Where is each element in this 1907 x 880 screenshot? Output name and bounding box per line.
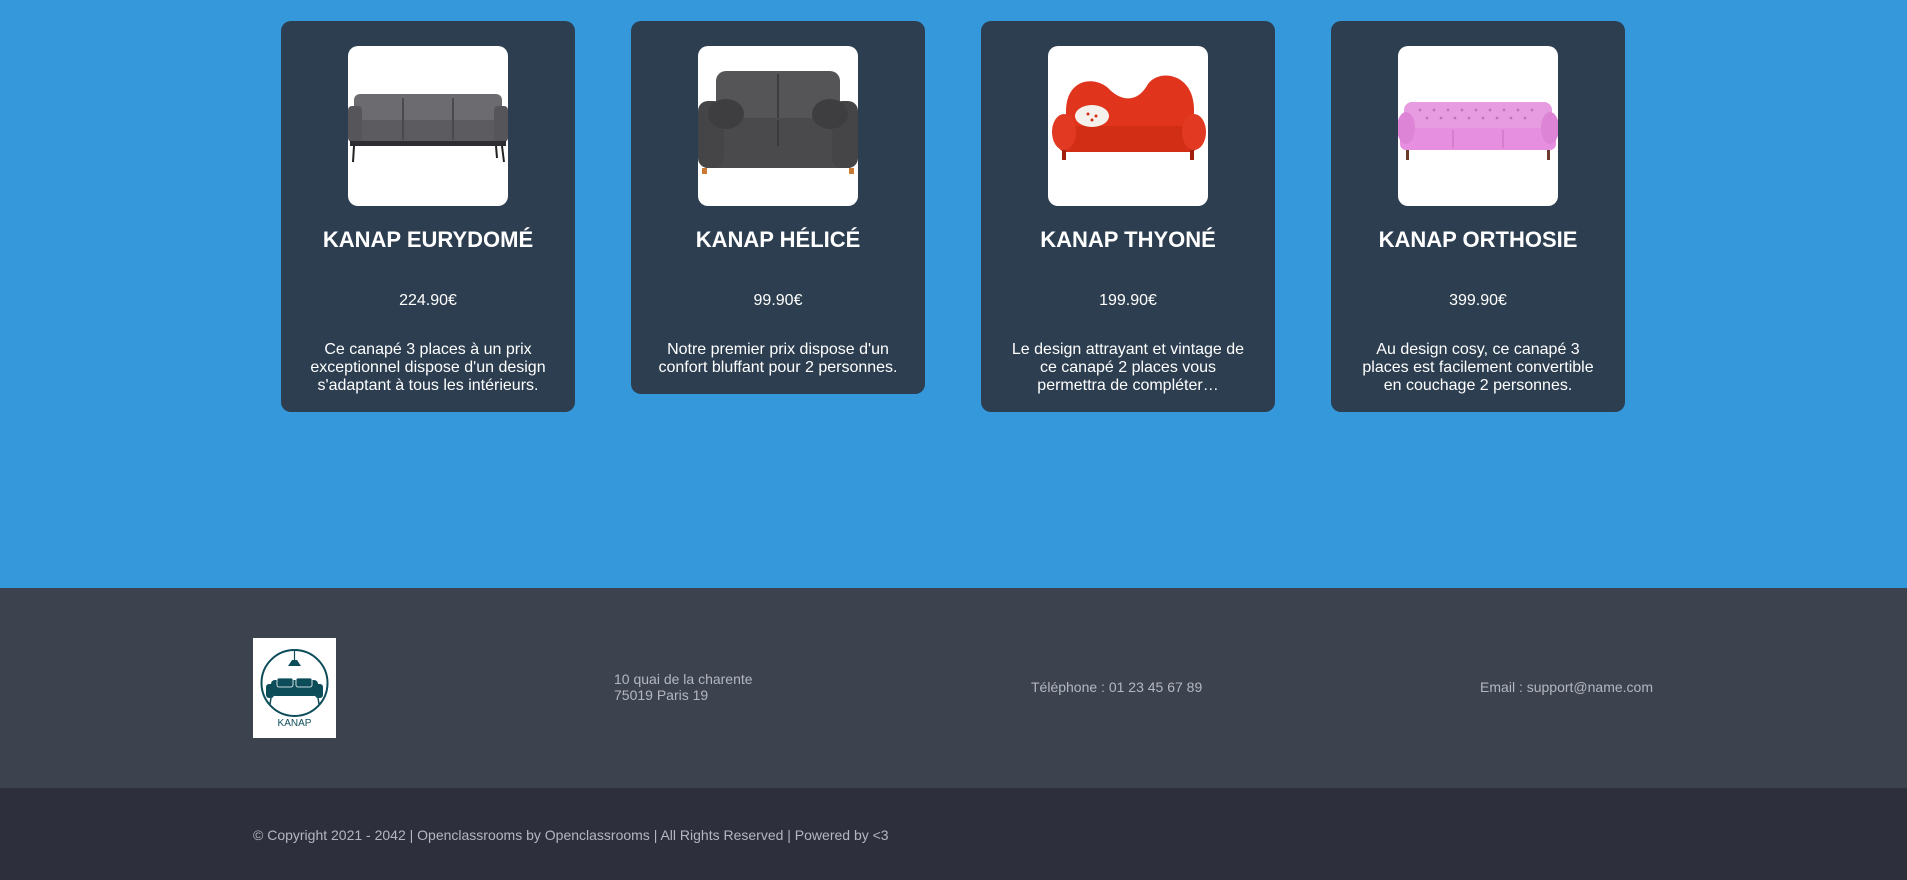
product-name: KANAP EURYDOMÉ xyxy=(322,227,534,252)
sofa-seat xyxy=(1400,128,1556,150)
sofa-arm-right xyxy=(1182,114,1206,150)
product-price: 199.90€ xyxy=(1099,292,1157,309)
footer-logo[interactable]: KANAP xyxy=(253,638,336,738)
footer-contact-bar: KANAP 10 quai de la charente 75019 Paris… xyxy=(0,588,1907,788)
sofa-arm-left xyxy=(348,106,362,142)
footer-email: Email : support@name.com xyxy=(1480,679,1653,695)
product-description: Notre premier prix dispose d'un confort … xyxy=(658,341,898,376)
sofa-image-2-seater xyxy=(698,71,858,174)
logo-wordmark: KANAP xyxy=(278,718,312,729)
product-description: Ce canapé 3 places à un prix exceptionne… xyxy=(310,341,546,394)
product-description: Au design cosy, ce canapé 3 places est f… xyxy=(1362,341,1594,394)
product-image xyxy=(1398,46,1558,206)
sofa-image-3-seater xyxy=(348,94,508,163)
sofa-image-loveseat xyxy=(1052,75,1206,160)
sofa-backrest xyxy=(354,94,502,124)
sofa-seat xyxy=(1058,126,1198,152)
product-price: 99.90€ xyxy=(753,292,803,309)
product-name: KANAP HÉLICÉ xyxy=(695,227,861,252)
product-price: 399.90€ xyxy=(1449,292,1507,309)
footer-address: 10 quai de la charente 75019 Paris 19 xyxy=(614,671,753,703)
footer-phone: Téléphone : 01 23 45 67 89 xyxy=(1031,679,1203,695)
footer-copyright-bar: © Copyright 2021 - 2042 | Openclassrooms… xyxy=(0,788,1907,880)
cushion-left xyxy=(708,99,744,129)
product-image xyxy=(348,46,508,206)
sofa-arm-left xyxy=(1052,114,1076,150)
address-line: 10 quai de la charente xyxy=(614,671,753,687)
cushion xyxy=(1075,105,1109,127)
product-card[interactable]: KANAP HÉLICÉ 99.90€ Notre premier prix d… xyxy=(631,21,925,394)
product-description: Le design attrayant et vintage de ce can… xyxy=(1011,341,1245,394)
cushion-right xyxy=(812,99,848,129)
address-line: 75019 Paris 19 xyxy=(614,687,709,703)
product-image xyxy=(698,46,858,206)
product-name: KANAP ORTHOSIE xyxy=(1378,227,1578,252)
sofa-seat xyxy=(350,120,506,142)
kanap-logo-icon: KANAP xyxy=(260,649,329,729)
product-name: KANAP THYONÉ xyxy=(1040,227,1216,252)
product-card[interactable]: KANAP ORTHOSIE 399.90€ Au design cosy, c… xyxy=(1331,21,1625,412)
product-card[interactable]: KANAP THYONÉ 199.90€ Le design attrayant… xyxy=(981,21,1275,412)
sofa-image-chesterfield xyxy=(1398,102,1558,160)
product-price: 224.90€ xyxy=(399,292,457,309)
products-section: KANAP EURYDOMÉ 224.90€ Ce canapé 3 place… xyxy=(0,0,1907,588)
product-card[interactable]: KANAP EURYDOMÉ 224.90€ Ce canapé 3 place… xyxy=(281,21,575,412)
sofa-arm-right xyxy=(494,106,508,142)
footer: KANAP 10 quai de la charente 75019 Paris… xyxy=(0,588,1907,880)
product-image xyxy=(1048,46,1208,206)
copyright-text: © Copyright 2021 - 2042 | Openclassrooms… xyxy=(253,827,889,843)
